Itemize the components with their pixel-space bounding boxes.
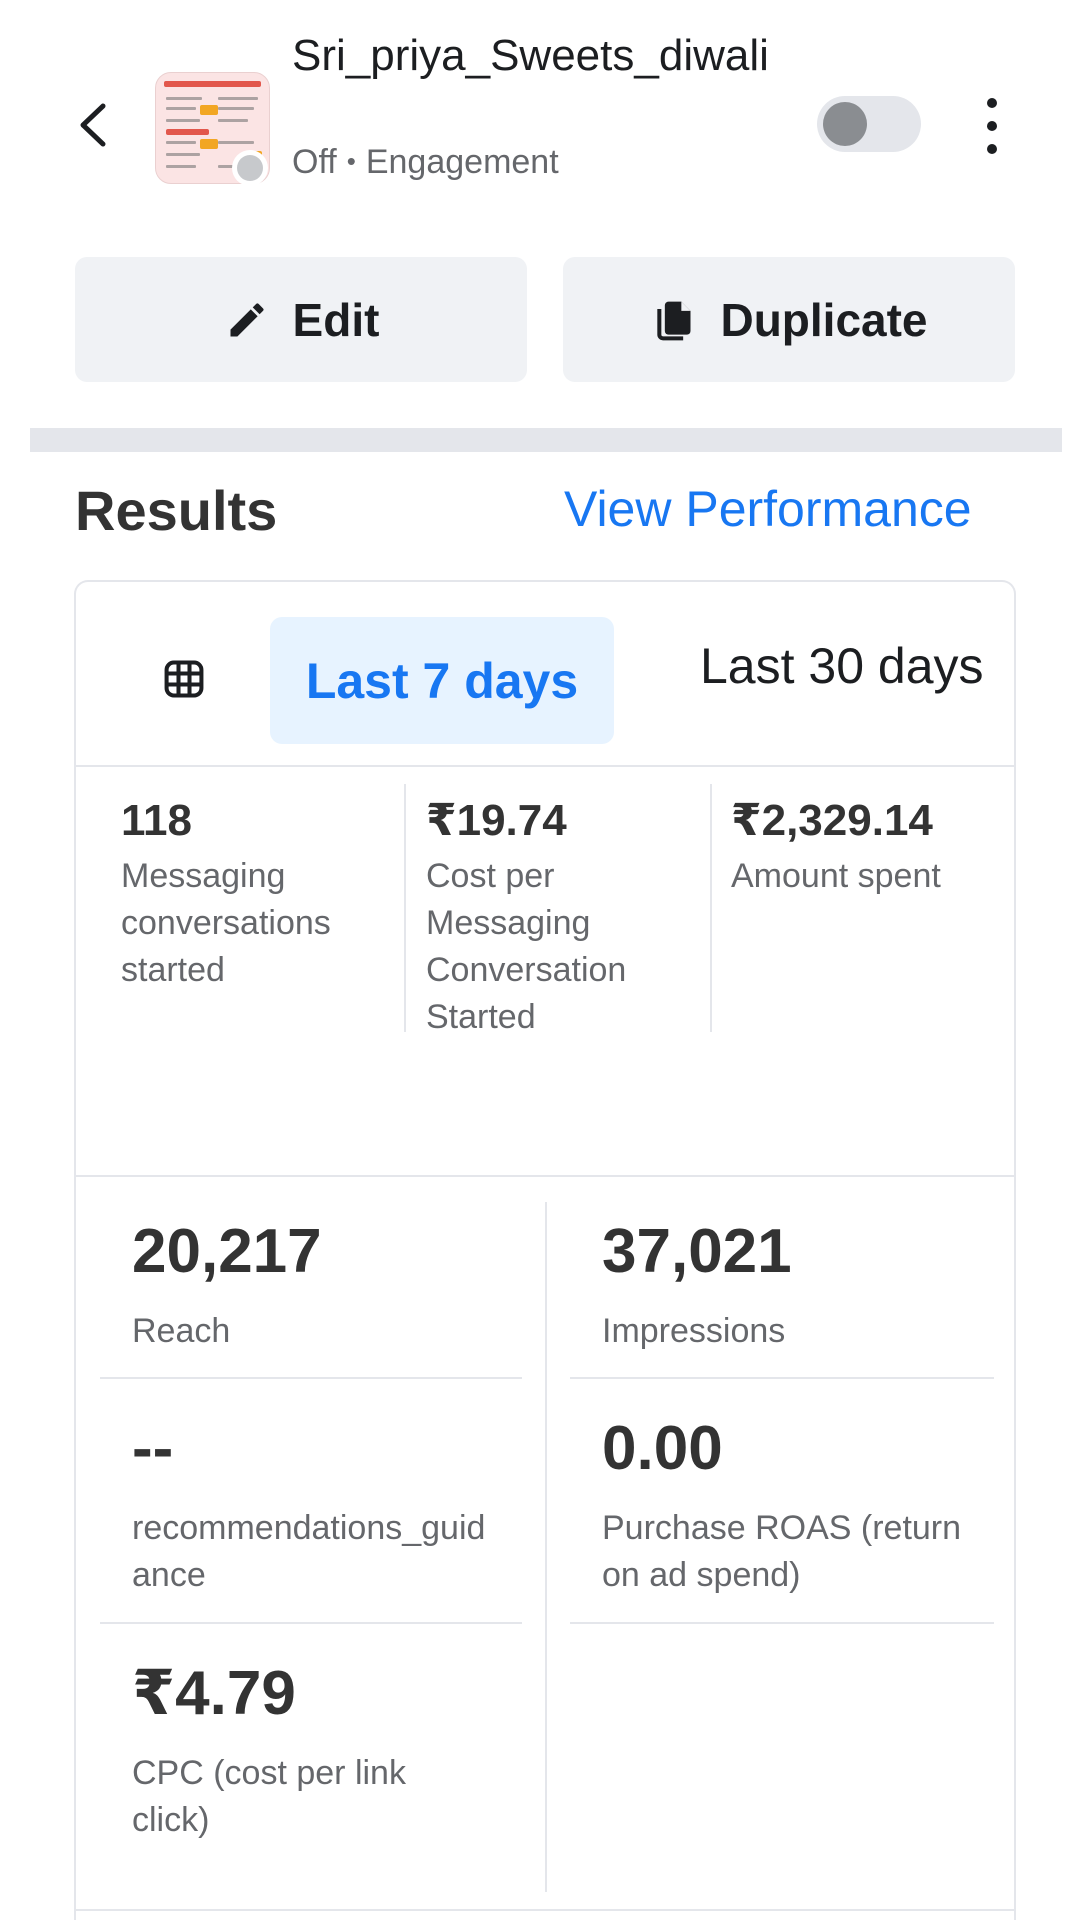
tab-custom-range[interactable] xyxy=(162,657,206,701)
metric-impressions: 37,021 Impressions xyxy=(602,1212,952,1355)
chevron-left-icon xyxy=(80,103,106,147)
campaign-objective: Engagement xyxy=(365,143,559,181)
metric-value: ₹19.74 xyxy=(426,796,567,845)
metric-label: Cost per Messaging Conversation Started xyxy=(426,857,627,1036)
row-divider xyxy=(570,1377,994,1379)
duplicate-button-label: Duplicate xyxy=(720,293,928,346)
toggle-knob xyxy=(823,102,867,146)
metric-value: 118 xyxy=(121,796,192,845)
view-performance-link[interactable]: View Performance xyxy=(564,480,972,538)
calendar-icon xyxy=(164,660,204,698)
metric-label: recommendations_guidance xyxy=(132,1509,486,1594)
more-vertical-icon xyxy=(987,98,997,108)
meta-separator: • xyxy=(346,146,356,176)
campaign-header: Sri_priya_Sweets_diwali Off • Engagement xyxy=(0,0,1080,250)
tab-last-30-days[interactable]: Last 30 days xyxy=(700,637,984,695)
metric-recommendations-guidance: -- recommendations_guidance xyxy=(132,1409,502,1599)
metric-value: 37,021 xyxy=(602,1217,792,1286)
results-card: Last 7 days Last 30 days 118 Messaging c… xyxy=(74,580,1016,1920)
more-options-button[interactable] xyxy=(975,98,1009,154)
row-divider xyxy=(100,1622,522,1624)
metric-label: Amount spent xyxy=(731,857,941,895)
tab-last-7-days[interactable]: Last 7 days xyxy=(270,617,614,744)
metric-value: ₹4.79 xyxy=(132,1659,296,1728)
metric-label: Impressions xyxy=(602,1312,786,1350)
metric-label: Messaging conversations started xyxy=(121,857,331,989)
metric-label: Purchase ROAS (return on ad spend) xyxy=(602,1509,962,1594)
metric-amount-spent: ₹2,329.14 Amount spent xyxy=(731,789,1001,900)
metric-purchase-roas: 0.00 Purchase ROAS (return on ad spend) xyxy=(602,1409,992,1599)
metric-label: Reach xyxy=(132,1312,231,1350)
metric-label: CPC (cost per link click) xyxy=(132,1754,406,1839)
edit-button[interactable]: Edit xyxy=(75,257,527,382)
pencil-icon xyxy=(223,296,271,344)
card-bottom-divider xyxy=(76,1909,1014,1911)
metric-value: 0.00 xyxy=(602,1414,723,1483)
metric-separator xyxy=(710,784,712,1032)
metrics-grid: 20,217 Reach 37,021 Impressions -- recom… xyxy=(76,1177,1014,1892)
copy-icon xyxy=(650,296,698,344)
metric-value: ₹2,329.14 xyxy=(731,796,933,845)
metric-value: -- xyxy=(132,1414,174,1483)
back-button[interactable] xyxy=(70,95,114,155)
row-divider xyxy=(570,1622,994,1624)
section-divider xyxy=(30,428,1062,452)
status-indicator xyxy=(232,150,268,186)
campaign-status: Off xyxy=(292,143,337,181)
campaign-toggle[interactable] xyxy=(817,96,921,152)
metric-separator xyxy=(404,784,406,1032)
campaign-meta: Off • Engagement xyxy=(292,143,559,182)
row-divider xyxy=(100,1377,522,1379)
metric-value: 20,217 xyxy=(132,1217,322,1286)
metric-messaging-conversations: 118 Messaging conversations started xyxy=(121,789,361,994)
campaign-name: Sri_priya_Sweets_diwali xyxy=(292,31,769,80)
edit-button-label: Edit xyxy=(292,293,380,346)
metric-cost-per-conversation: ₹19.74 Cost per Messaging Conversation S… xyxy=(426,789,676,1041)
metric-reach: 20,217 Reach xyxy=(132,1212,482,1355)
duplicate-button[interactable]: Duplicate xyxy=(563,257,1015,382)
grid-separator xyxy=(545,1202,547,1892)
metric-cpc: ₹4.79 CPC (cost per link click) xyxy=(132,1654,462,1844)
results-title: Results xyxy=(75,479,278,542)
top-metrics: 118 Messaging conversations started ₹19.… xyxy=(76,769,1014,1177)
date-range-tabs: Last 7 days Last 30 days xyxy=(76,582,1014,767)
